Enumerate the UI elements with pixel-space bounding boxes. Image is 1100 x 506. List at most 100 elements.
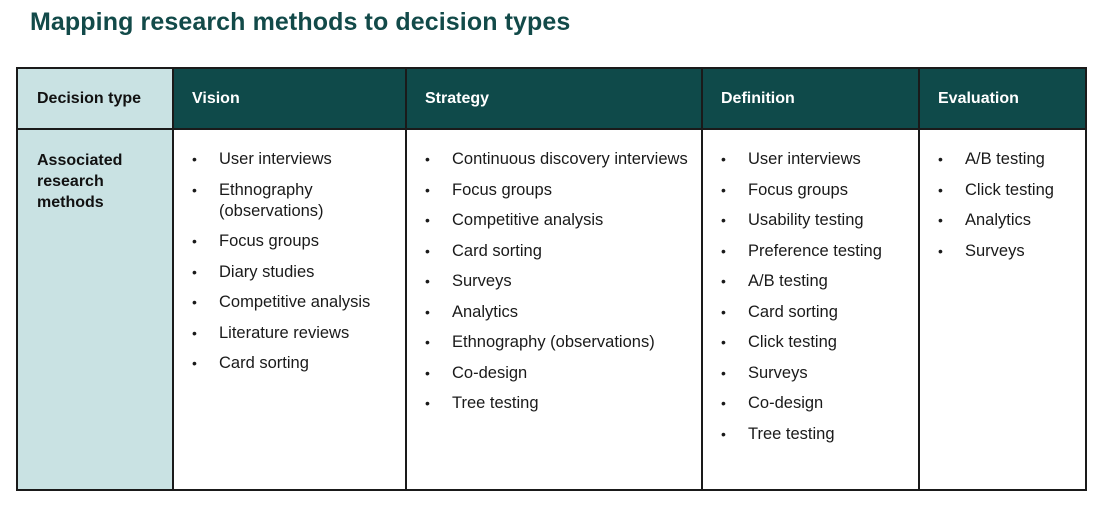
method-list-item: • Usability testing — [703, 210, 910, 231]
method-list-item: • Focus groups — [174, 231, 397, 252]
column-header-vision: Vision — [172, 67, 407, 130]
method-label: Click testing — [965, 180, 1054, 199]
method-label: Card sorting — [748, 302, 838, 321]
method-list-item: • Competitive analysis — [407, 210, 693, 231]
method-list-item: • A/B testing — [703, 271, 910, 292]
method-list-item: • Co-design — [407, 363, 693, 384]
method-list-item: • Surveys — [920, 241, 1077, 262]
method-list-item: • Click testing — [703, 332, 910, 353]
method-list-item: • Ethnography (observations) — [174, 180, 397, 222]
bullet-icon: • — [192, 355, 197, 371]
bullet-icon: • — [938, 151, 943, 167]
method-label: User interviews — [748, 150, 861, 168]
bullet-icon: • — [721, 364, 726, 381]
bullet-icon: • — [192, 151, 197, 167]
method-label: Focus groups — [452, 180, 552, 199]
vision-methods-cell: • User interviews • Ethnography (observatio… — [172, 128, 407, 491]
method-list-item: • Literature reviews — [174, 323, 397, 344]
method-label: Card sorting — [452, 241, 542, 260]
method-label: Surveys — [452, 272, 512, 290]
bullet-icon: • — [938, 242, 943, 259]
bullet-icon: • — [721, 242, 726, 259]
method-list-item: • Focus groups — [407, 180, 693, 201]
evaluation-methods-cell: • A/B testing • Click testing • Analytics • Sur… — [918, 128, 1087, 491]
methods-decision-table: Decision type Vision Strategy Definition… — [16, 67, 1087, 491]
definition-methods-cell: • User interviews • Focus groups • Usability … — [701, 128, 920, 491]
evaluation-methods-list: • A/B testing • Click testing • Analytics • Sur… — [920, 149, 1077, 262]
bullet-icon: • — [425, 364, 430, 381]
method-label: Preference testing — [748, 241, 882, 260]
bullet-icon: • — [192, 324, 197, 341]
method-label: Surveys — [748, 363, 808, 382]
method-label: Ethnography (observations) — [219, 180, 324, 220]
definition-methods-list: • User interviews • Focus groups • Usability … — [703, 149, 910, 445]
bullet-icon: • — [425, 395, 430, 411]
bullet-icon: • — [425, 334, 430, 350]
method-label: Analytics — [452, 302, 519, 321]
bullet-icon: • — [721, 212, 726, 228]
method-label: Diary studies — [219, 262, 315, 281]
bullet-icon: • — [425, 242, 430, 259]
method-list-item: • Analytics — [407, 302, 693, 323]
column-header-evaluation: Evaluation — [918, 67, 1087, 130]
method-label: Literature reviews — [219, 323, 350, 342]
method-list-item: • Card sorting — [407, 241, 693, 262]
method-label: Competitive analysis — [219, 293, 371, 311]
column-header-definition: Definition — [701, 67, 920, 130]
method-label: Analytics — [965, 211, 1032, 229]
bullet-icon: • — [721, 425, 726, 442]
bullet-icon: • — [192, 263, 197, 280]
bullet-icon: • — [425, 273, 430, 289]
method-label: Co-design — [452, 363, 528, 382]
method-list-item: • Analytics — [920, 210, 1077, 231]
method-label: Ethnography (observations) — [452, 333, 655, 351]
method-label: Co-design — [748, 394, 824, 412]
bullet-icon: • — [721, 151, 726, 167]
methods-row: Associated research methods • User interv… — [16, 128, 1087, 491]
method-label: A/B testing — [965, 150, 1045, 168]
method-list-item: • Card sorting — [174, 353, 397, 374]
method-list-item: • Focus groups — [703, 180, 910, 201]
bullet-icon: • — [721, 273, 726, 289]
bullet-icon: • — [192, 181, 197, 198]
bullet-icon: • — [192, 233, 197, 249]
method-label: Focus groups — [219, 232, 319, 250]
bullet-icon: • — [192, 294, 197, 310]
method-list-item: • Ethnography (observations) — [407, 332, 693, 353]
bullet-icon: • — [721, 334, 726, 350]
method-list-item: • Tree testing — [703, 424, 910, 445]
decision-type-header: Decision type — [16, 67, 174, 130]
column-header-strategy: Strategy — [405, 67, 703, 130]
method-label: Usability testing — [748, 211, 864, 229]
method-list-item: • Competitive analysis — [174, 292, 397, 313]
method-label: Focus groups — [748, 180, 848, 199]
bullet-icon: • — [721, 395, 726, 411]
method-list-item: • Preference testing — [703, 241, 910, 262]
bullet-icon: • — [425, 212, 430, 228]
bullet-icon: • — [938, 212, 943, 228]
method-list-item: • Continuous discovery interviews — [407, 149, 693, 170]
method-label: Continuous discovery interviews — [452, 150, 688, 168]
bullet-icon: • — [425, 303, 430, 320]
associated-methods-label: Associated research methods — [16, 128, 174, 491]
method-list-item: • A/B testing — [920, 149, 1077, 170]
method-label: User interviews — [219, 150, 332, 168]
method-list-item: • User interviews — [174, 149, 397, 170]
method-list-item: • User interviews — [703, 149, 910, 170]
bullet-icon: • — [721, 303, 726, 320]
method-label: Competitive analysis — [452, 211, 604, 229]
method-list-item: • Co-design — [703, 393, 910, 414]
method-label: Surveys — [965, 241, 1025, 260]
page-title: Mapping research methods to decision typ… — [30, 8, 571, 36]
bullet-icon: • — [425, 181, 430, 198]
method-label: Tree testing — [452, 394, 539, 412]
bullet-icon: • — [425, 151, 430, 167]
bullet-icon: • — [721, 181, 726, 198]
bullet-icon: • — [938, 181, 943, 198]
method-list-item: • Click testing — [920, 180, 1077, 201]
method-list-item: • Surveys — [703, 363, 910, 384]
method-label: Click testing — [748, 333, 837, 351]
method-list-item: • Tree testing — [407, 393, 693, 414]
method-label: A/B testing — [748, 272, 828, 290]
method-list-item: • Card sorting — [703, 302, 910, 323]
